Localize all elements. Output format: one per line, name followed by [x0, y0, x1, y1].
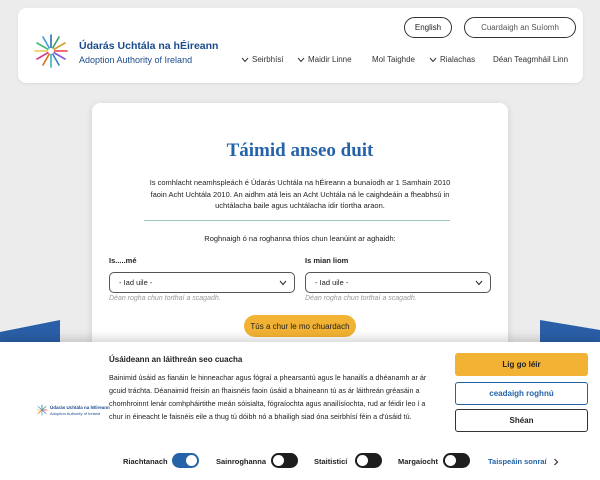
language-button[interactable]: English [404, 17, 452, 38]
page-title: Táimid anseo duit [226, 140, 374, 161]
chevron-down-icon [429, 57, 437, 62]
nav-item-governance[interactable]: Rialachas [429, 55, 475, 64]
chevron-down-icon [475, 280, 483, 286]
cookie-banner: Údarás Uchtála na hÉireann Adoption Auth… [0, 342, 600, 480]
nav-label: Seirbhísí [252, 55, 284, 64]
i-am-label: Is.....mé [109, 256, 137, 265]
logo-subtitle[interactable]: Adoption Authority of Ireland [79, 55, 192, 65]
logo-title[interactable]: Údarás Uchtála na hÉireann [79, 40, 218, 52]
show-details-link[interactable]: Taispeáin sonraí [488, 457, 559, 466]
allow-selection-button[interactable]: ceadaigh roghnú [455, 382, 588, 405]
accept-all-button[interactable]: Lig go léir [455, 353, 588, 376]
search-card: Táimid anseo duit Is comhlacht neamhsple… [92, 103, 508, 348]
nav-item-about[interactable]: Maidir Linne [297, 55, 352, 64]
i-want-select[interactable]: - Iad uile - [305, 272, 491, 293]
necessary-label: Riachtanach [123, 457, 168, 466]
filter-prompt: Roghnaigh ó na roghanna thíos chun leanú… [204, 234, 396, 243]
cookie-title: Úsáideann an láithreán seo cuacha [109, 355, 243, 364]
logo-icon[interactable] [32, 32, 70, 70]
nav-label: Rialachas [440, 55, 476, 64]
nav-label: Déan Teagmháil Linn [493, 55, 569, 64]
statistics-label: Staitisticí [314, 457, 348, 466]
nav-item-services[interactable]: Seirbhísí [241, 55, 284, 64]
show-details-label: Taispeáin sonraí [488, 457, 547, 466]
marketing-toggle[interactable] [443, 453, 470, 468]
i-am-select[interactable]: - Iad uile - [109, 272, 295, 293]
cookie-text: Bainimid úsáid as fianáin le hinneachar … [109, 373, 427, 421]
cookie-logo-subtitle: Adoption Authority of Ireland [50, 411, 101, 416]
i-want-hint: Déan rogha chun torthaí a scagadh. [305, 295, 417, 302]
necessary-toggle[interactable] [172, 453, 199, 468]
deny-button[interactable]: Shéan [455, 409, 588, 432]
search-input[interactable]: Cuardaigh an Suíomh [464, 17, 576, 38]
cookie-logo-title: Údarás Uchtála na hÉireann [50, 405, 110, 410]
chevron-down-icon [241, 57, 249, 62]
marketing-label: Margaíocht [398, 457, 439, 466]
chevron-down-icon [279, 280, 287, 286]
intro-text: Is comhlacht neamhspleách é Údarás Uchtá… [149, 178, 451, 210]
nav-label: Mol Taighde [372, 55, 415, 64]
chevron-right-icon [553, 458, 558, 465]
preferences-label: Sainroghanna [216, 457, 267, 466]
i-want-select-value: - Iad uile - [315, 278, 349, 287]
i-am-select-value: - Iad uile - [119, 278, 153, 287]
site-header: Údarás Uchtála na hÉireann Adoption Auth… [18, 8, 583, 83]
divider [144, 220, 450, 221]
logo-icon [36, 404, 48, 416]
start-search-button[interactable]: Tús a chur le mo chuardach [244, 315, 356, 337]
i-am-hint: Déan rogha chun torthaí a scagadh. [109, 295, 221, 302]
nav-label: Maidir Linne [308, 55, 352, 64]
nav-item-research[interactable]: Mol Taighde [372, 55, 415, 64]
statistics-toggle[interactable] [355, 453, 382, 468]
chevron-down-icon [297, 57, 305, 62]
preferences-toggle[interactable] [271, 453, 298, 468]
nav-item-contact[interactable]: Déan Teagmháil Linn [493, 55, 568, 64]
i-want-label: Is mian liom [305, 256, 349, 265]
